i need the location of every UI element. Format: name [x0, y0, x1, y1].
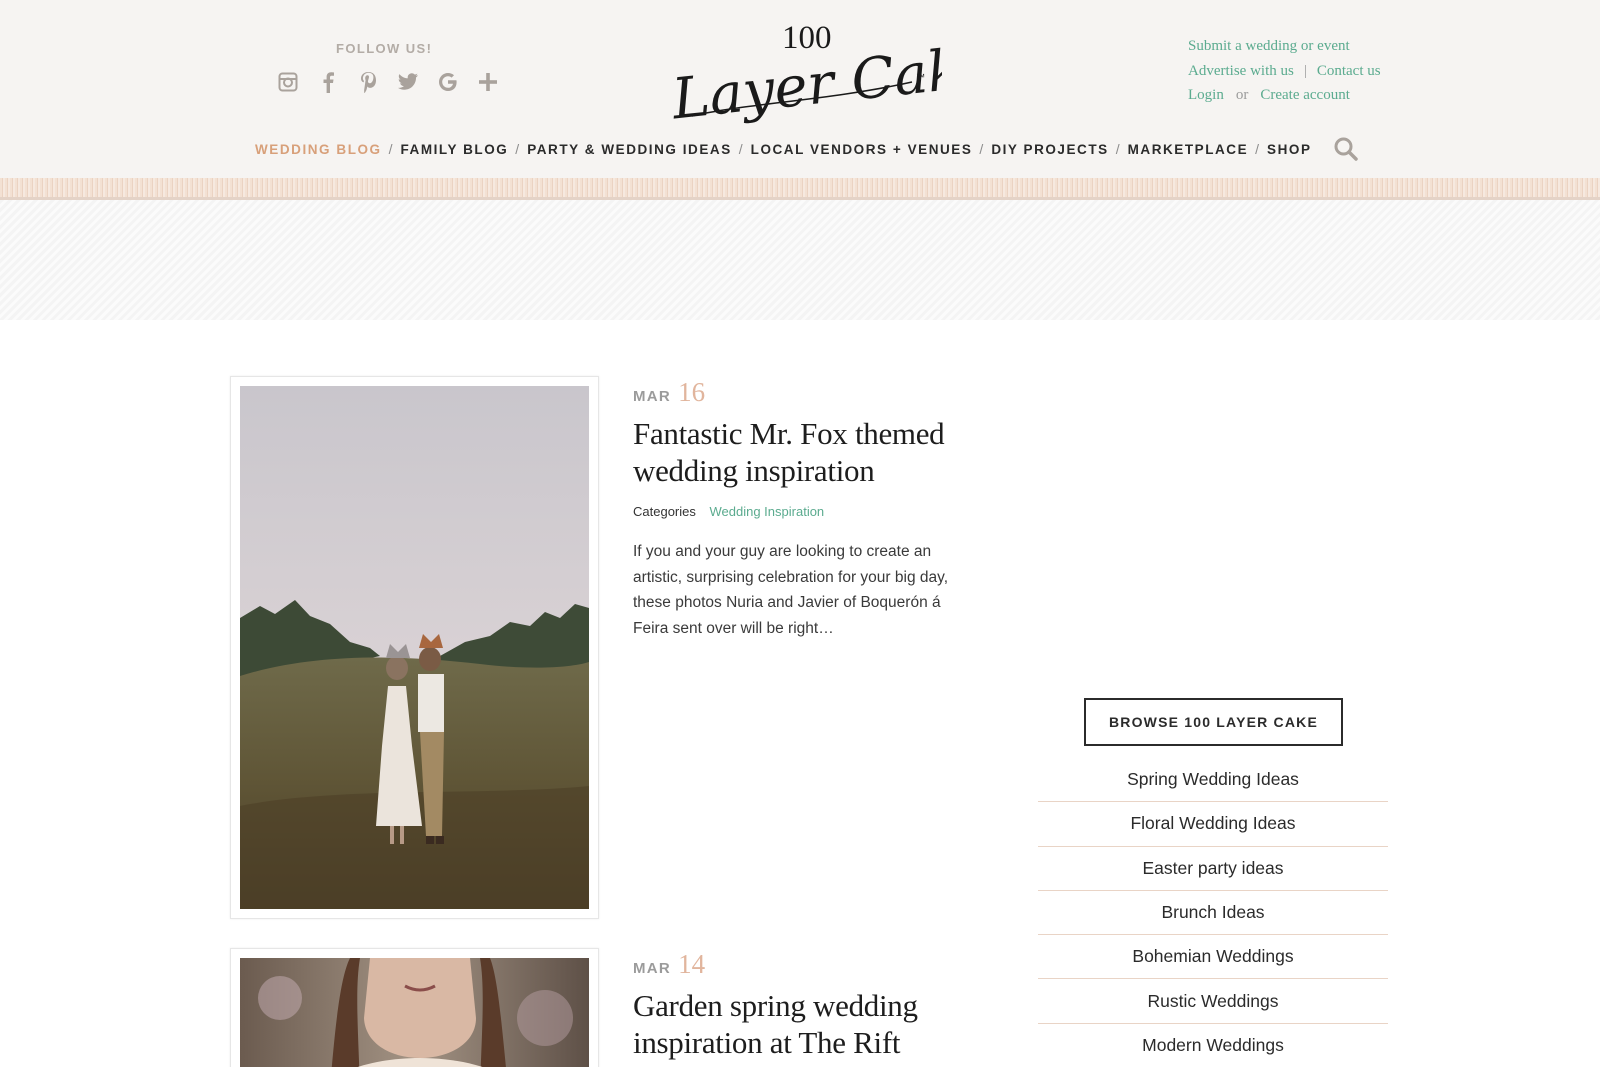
category-link[interactable]: Wedding Inspiration: [710, 504, 825, 519]
site-header: FOLLOW US! 100 Layer Cake ™ Submit a wed…: [0, 0, 1600, 178]
nav-diy-projects[interactable]: DIY PROJECTS: [991, 142, 1108, 157]
nav-party-wedding-ideas[interactable]: PARTY & WEDDING IDEAS: [527, 142, 732, 157]
post-categories: Categories Wedding Inspiration: [633, 504, 978, 519]
browse-item-modern-weddings[interactable]: Modern Weddings: [1038, 1024, 1388, 1067]
nav-marketplace[interactable]: MARKETPLACE: [1128, 142, 1249, 157]
account-links: Submit a wedding or event Advertise with…: [1188, 34, 1381, 108]
post-summary: MAR 14 Garden spring wedding inspiration…: [633, 949, 978, 1061]
date-month: MAR: [633, 960, 672, 977]
or-text: or: [1235, 87, 1249, 103]
plus-icon[interactable]: [476, 70, 500, 94]
nav-separator: /: [1255, 141, 1260, 157]
post-thumbnail[interactable]: [230, 376, 599, 919]
contact-link[interactable]: Contact us: [1317, 59, 1381, 84]
submit-wedding-link[interactable]: Submit a wedding or event: [1188, 34, 1350, 59]
header-stripe: [0, 178, 1600, 200]
create-account-link[interactable]: Create account: [1260, 83, 1350, 108]
login-link[interactable]: Login: [1188, 83, 1224, 108]
date-day: 16: [678, 377, 706, 407]
link-divider: |: [1303, 62, 1307, 79]
social-links: [276, 70, 500, 94]
nav-separator: /: [515, 141, 520, 157]
pinterest-icon[interactable]: [356, 70, 380, 94]
nav-shop[interactable]: SHOP: [1267, 142, 1311, 157]
pattern-banner: [0, 200, 1600, 320]
facebook-icon[interactable]: [316, 70, 340, 94]
nav-separator: /: [1115, 141, 1120, 157]
nav-separator: /: [388, 141, 393, 157]
main-nav: WEDDING BLOG / FAMILY BLOG / PARTY & WED…: [255, 141, 1312, 157]
post-excerpt: If you and your guy are looking to creat…: [633, 543, 949, 637]
nav-family-blog[interactable]: FAMILY BLOG: [400, 142, 508, 157]
date-month: MAR: [633, 388, 672, 405]
post-title[interactable]: Garden spring wedding inspiration at The…: [633, 987, 978, 1061]
garden-bride-photo: [240, 958, 589, 1067]
instagram-icon[interactable]: [276, 70, 300, 94]
advertise-link[interactable]: Advertise with us: [1188, 59, 1294, 84]
post-date: MAR 16: [633, 377, 978, 407]
post-summary: MAR 16 Fantastic Mr. Fox themed wedding …: [633, 377, 978, 641]
browse-item-easter-party-ideas[interactable]: Easter party ideas: [1038, 847, 1388, 891]
browse-item-bohemian-weddings[interactable]: Bohemian Weddings: [1038, 935, 1388, 980]
date-day: 14: [678, 949, 706, 979]
post-title[interactable]: Fantastic Mr. Fox themed wedding inspira…: [633, 415, 978, 489]
post-thumbnail[interactable]: [230, 948, 599, 1067]
site-logo[interactable]: 100 Layer Cake ™: [668, 18, 997, 132]
nav-wedding-blog[interactable]: WEDDING BLOG: [255, 142, 382, 157]
browse-list: Spring Wedding Ideas Floral Wedding Idea…: [1038, 758, 1388, 1067]
browse-button[interactable]: BROWSE 100 LAYER CAKE: [1084, 698, 1343, 746]
nav-separator: /: [738, 141, 743, 157]
search-icon[interactable]: [1333, 136, 1359, 162]
post-date: MAR 14: [633, 949, 978, 979]
twitter-icon[interactable]: [396, 70, 420, 94]
categories-label: Categories: [633, 504, 696, 519]
logo-trademark: ™: [916, 72, 925, 82]
google-icon[interactable]: [436, 70, 460, 94]
browse-item-spring-wedding-ideas[interactable]: Spring Wedding Ideas: [1038, 758, 1388, 803]
couple-fox-masks-photo: [240, 386, 589, 909]
follow-label: FOLLOW US!: [336, 41, 433, 56]
nav-local-vendors[interactable]: LOCAL VENDORS + VENUES: [751, 142, 973, 157]
nav-separator: /: [979, 141, 984, 157]
browse-item-rustic-weddings[interactable]: Rustic Weddings: [1038, 979, 1388, 1024]
browse-item-brunch-ideas[interactable]: Brunch Ideas: [1038, 891, 1388, 936]
browse-item-floral-wedding-ideas[interactable]: Floral Wedding Ideas: [1038, 802, 1388, 847]
